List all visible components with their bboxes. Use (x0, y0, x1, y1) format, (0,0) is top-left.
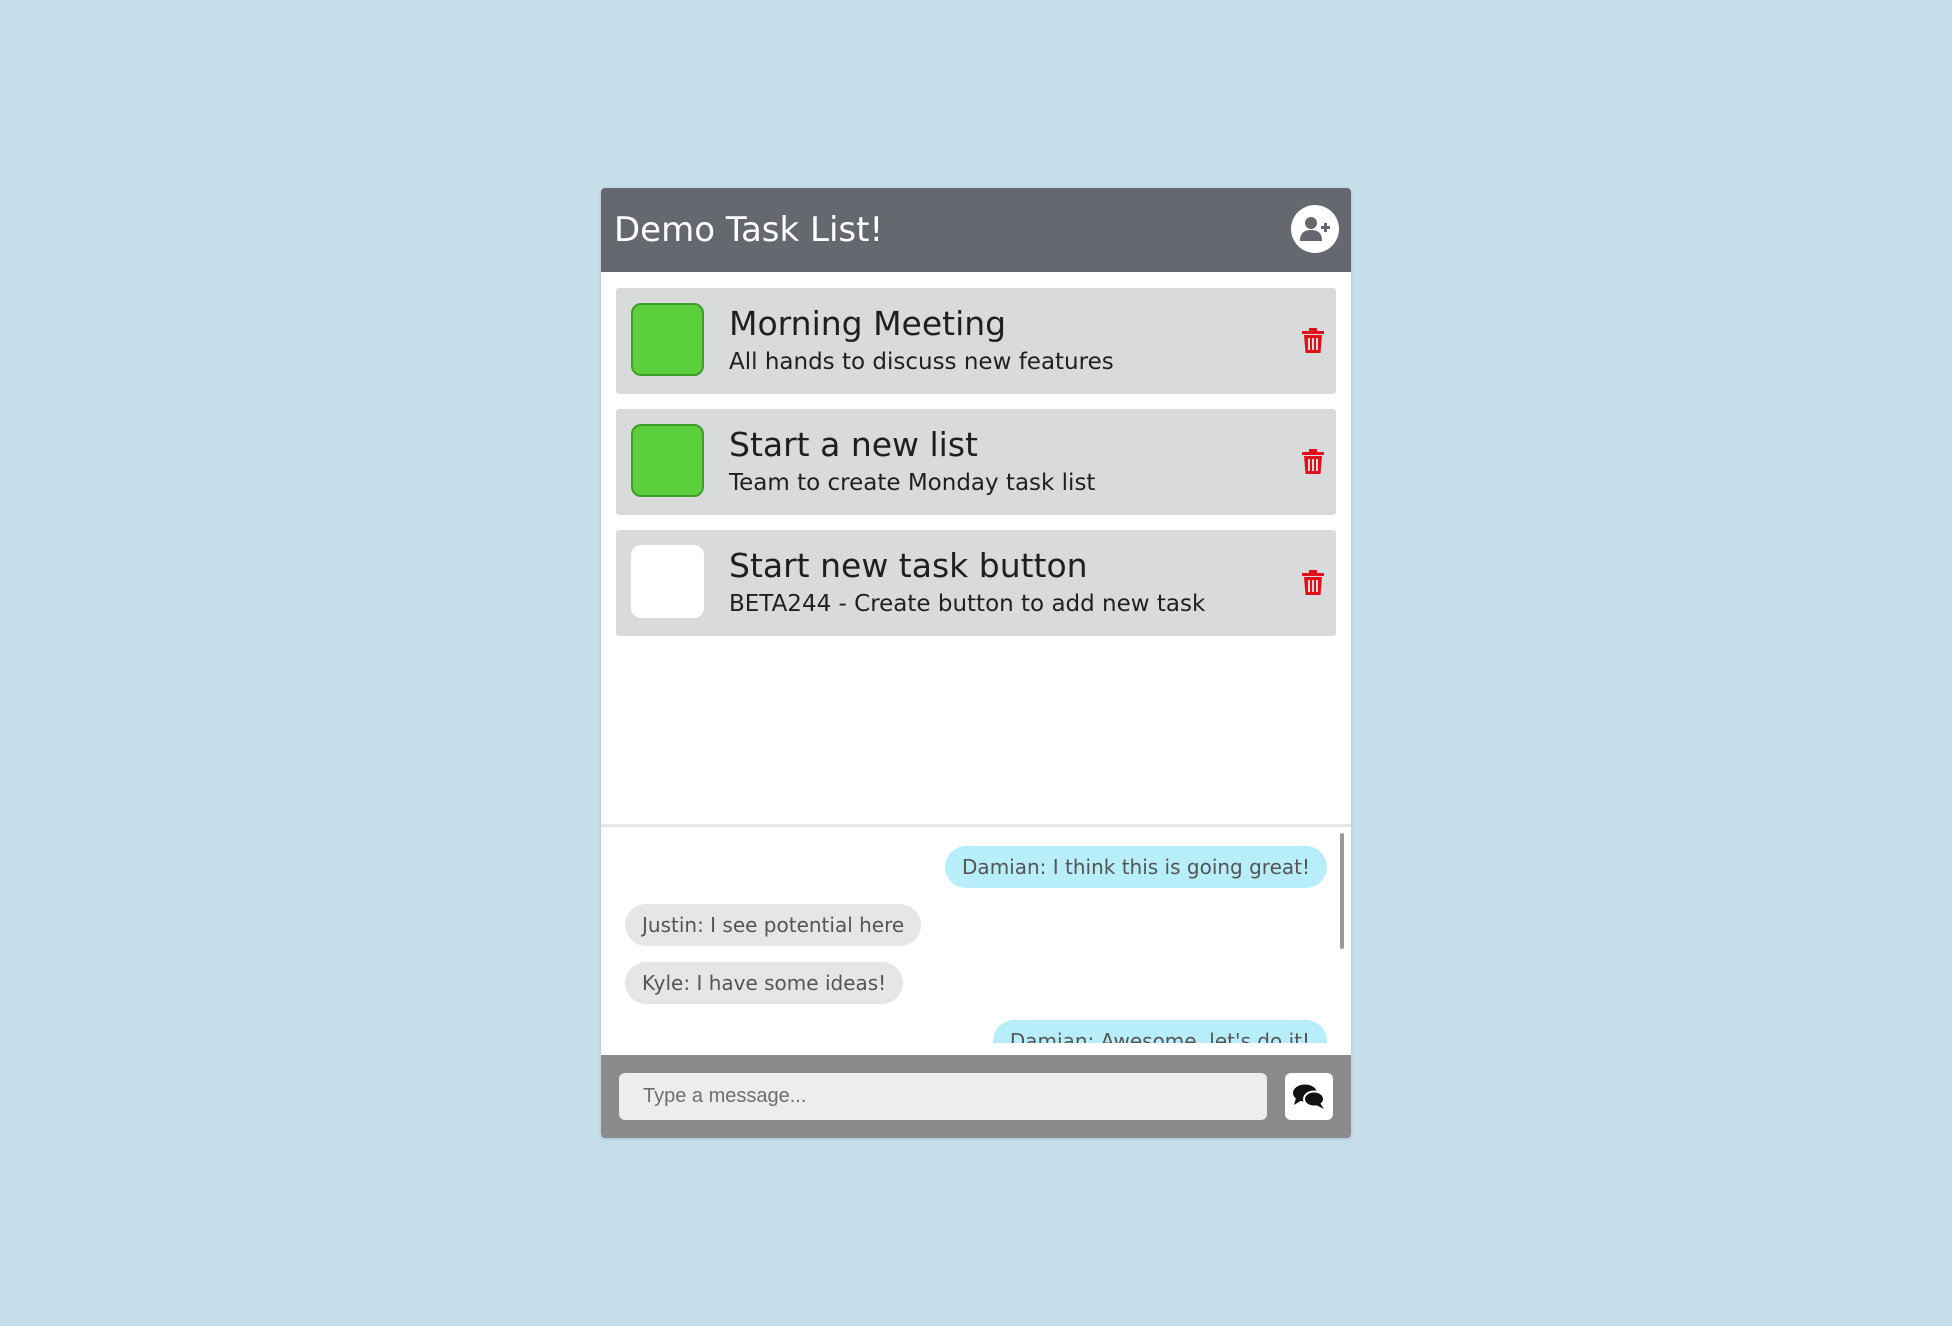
message-input[interactable] (619, 1073, 1267, 1120)
trash-icon[interactable] (1302, 328, 1324, 354)
task-title: Start a new list (729, 425, 978, 464)
task-description: BETA244 - Create button to add new task (729, 591, 1206, 617)
task-item: Start a new list Team to create Monday t… (616, 409, 1336, 515)
chat-message-own: Damian: I think this is going great! (945, 846, 1327, 888)
trash-icon[interactable] (1302, 570, 1324, 596)
page-title: Demo Task List! (614, 210, 884, 250)
chat-input-bar (601, 1055, 1351, 1138)
task-description: All hands to discuss new features (729, 349, 1114, 375)
task-title: Morning Meeting (729, 304, 1007, 343)
task-complete-checkbox[interactable] (631, 303, 704, 376)
task-item: Start new task button BETA244 - Create b… (616, 530, 1336, 636)
task-complete-checkbox[interactable] (631, 545, 704, 618)
chat-message-other: Kyle: I have some ideas! (625, 962, 904, 1004)
chat-panel[interactable]: Damian: I think this is going great! Jus… (601, 827, 1351, 1043)
task-list-app: Demo Task List! Morning Meeting All hand… (601, 188, 1351, 1138)
app-header: Demo Task List! (601, 188, 1351, 272)
chat-message-own: Damian: Awesome, let's do it! (992, 1020, 1327, 1043)
task-list: Morning Meeting All hands to discuss new… (616, 288, 1336, 651)
chat-scrollbar[interactable] (1340, 833, 1344, 949)
task-description: Team to create Monday task list (729, 470, 1096, 496)
task-complete-checkbox[interactable] (631, 424, 704, 497)
comments-icon (1293, 1084, 1325, 1109)
send-message-button[interactable] (1285, 1073, 1333, 1120)
user-plus-icon (1300, 217, 1330, 241)
chat-message-other: Justin: I see potential here (625, 904, 922, 946)
task-item: Morning Meeting All hands to discuss new… (616, 288, 1336, 394)
trash-icon[interactable] (1302, 449, 1324, 475)
task-title: Start new task button (729, 546, 1088, 585)
add-user-button[interactable] (1291, 205, 1339, 253)
